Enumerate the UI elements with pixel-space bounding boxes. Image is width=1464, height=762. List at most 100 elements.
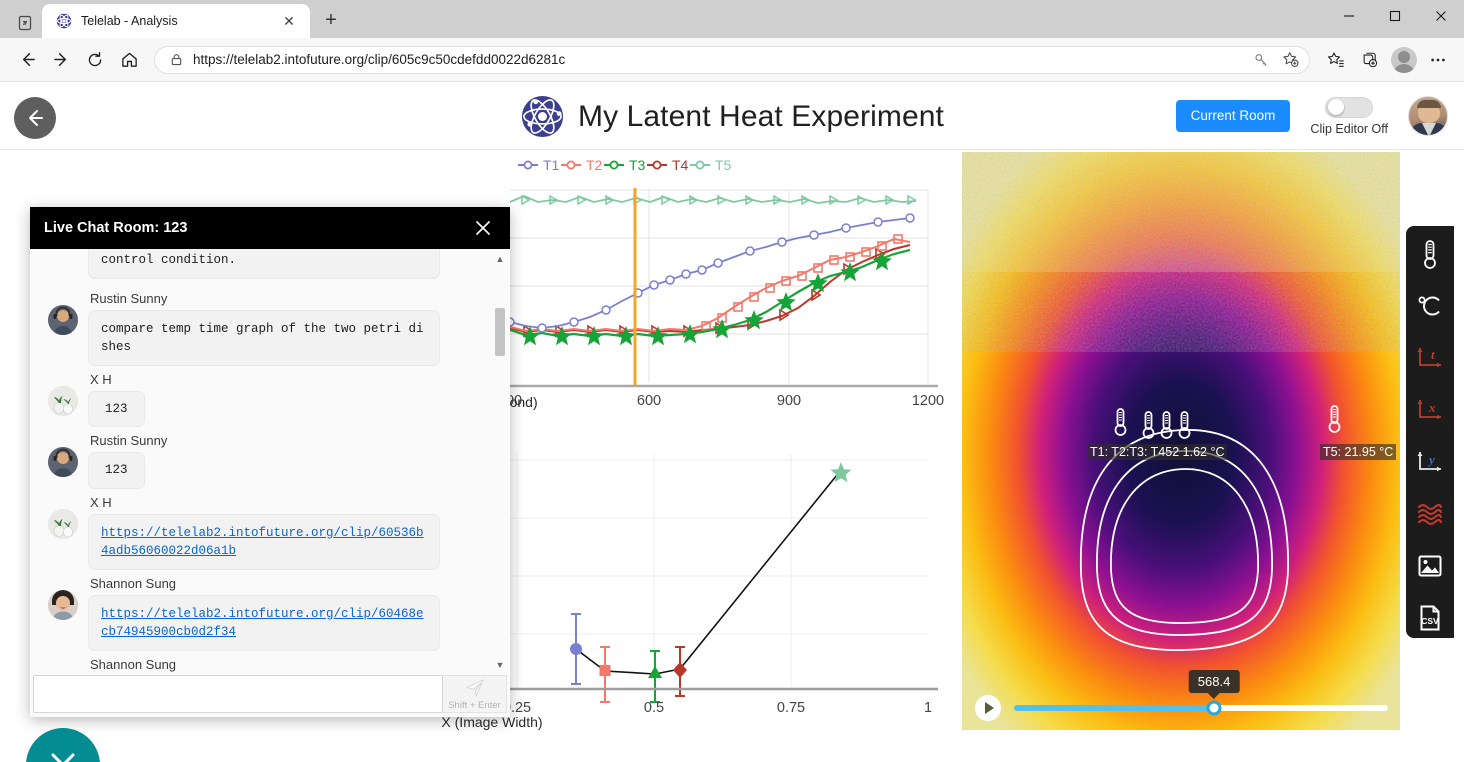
chat-composer: Shift + Enter [30,675,510,717]
thermometer-t2-icon [1140,410,1157,440]
svg-text:CSV: CSV [1421,616,1439,626]
play-button[interactable] [974,694,1002,722]
video-player-controls: 568.4 [962,670,1400,730]
time-tooltip: 568.4 [1188,670,1240,693]
lock-icon [167,53,185,66]
password-key-icon[interactable] [1249,47,1275,73]
message-author: Shannon Sung [90,657,177,672]
axis-x-icon[interactable]: x [1410,390,1450,430]
send-icon [465,678,484,698]
thermal-image [962,152,1400,730]
main-content: T1 T2 T3 T4 T5 300 600 900 1200 0.25 0.5… [0,150,1464,762]
clip-editor-toggle[interactable] [1325,96,1374,118]
chart2-point-t1 [570,613,582,685]
thermometer-icon[interactable] [1410,234,1450,274]
list-item: X H 123 [48,368,488,428]
chart-gridlines [510,189,929,383]
scrubber-thumb[interactable] [1206,700,1222,716]
message-bubble: https://telelab2.intofuture.org/clip/605… [88,513,440,570]
browser-profile-avatar[interactable] [1388,44,1420,76]
clip-editor-label: Clip Editor Off [1310,121,1388,136]
page-title: My Latent Heat Experiment [577,99,945,133]
celsius-icon[interactable] [1410,286,1450,326]
message-link[interactable]: https://telelab2.intofuture.org/clip/605… [101,526,424,558]
thermometer-t4-icon [1176,410,1193,440]
thermometer-t3-icon [1158,410,1175,440]
close-chat-icon[interactable] [470,215,496,241]
message-author: X H [90,494,112,510]
svg-text:y: y [1427,452,1435,467]
reload-button[interactable] [78,43,112,77]
window-maximize-button[interactable] [1372,0,1418,32]
sensor-label-t5: T5: 21.95 °C [1320,444,1397,460]
app-root: Telelab - Analysis ✕ + https://telelab2.… [0,0,1464,762]
home-button[interactable] [112,43,146,77]
sensor-label-t1-t4: T1: T2:T3: T452 1.62 °C [1087,444,1228,460]
new-tab-button[interactable]: + [316,5,346,35]
chart2-point-t2 [599,646,611,703]
chat-header: Live Chat Room: 123 [30,207,510,249]
message-bubble: control condition. [88,249,440,280]
back-button[interactable] [10,43,44,77]
thermometer-t5-icon [1326,404,1343,434]
back-navigation-fab[interactable] [14,97,56,139]
add-favorite-icon[interactable] [1277,47,1303,73]
avatar [48,508,78,539]
svg-text:x: x [1428,400,1436,415]
live-chat-panel[interactable]: Live Chat Room: 123 control condition. R… [30,207,510,717]
message-author: Rustin Sunny [90,433,168,449]
avatar [48,447,78,478]
image-export-icon[interactable] [1410,546,1450,586]
scrollbar-thumb[interactable] [495,308,505,356]
thermometer-t1-icon [1112,407,1129,437]
clip-editor-toggle-group[interactable]: Clip Editor Off [1310,96,1388,136]
chart2-connector [575,469,842,675]
svg-text:T2: T2 [586,157,603,173]
tab-search-icon[interactable] [8,8,42,38]
scroll-down-icon[interactable]: ▼ [494,659,506,671]
chat-message-list[interactable]: control condition. Rustin Sunny compare … [30,249,510,675]
browser-settings-more-icon[interactable] [1422,44,1454,76]
address-bar[interactable]: https://telelab2.intofuture.org/clip/605… [154,45,1310,74]
favorites-list-icon[interactable] [1320,44,1352,76]
chart2-point-t3 [648,650,662,703]
app-header-actions: Current Room Clip Editor Off [1175,96,1448,136]
svg-text:T4: T4 [672,157,689,173]
chat-title: Live Chat Room: 123 [44,220,188,236]
list-item: control condition. [48,249,488,285]
heat-waves-icon[interactable] [1410,494,1450,534]
window-close-button[interactable] [1418,0,1464,32]
omnibox-actions [1249,47,1303,73]
chart-legend: T1 T2 T3 T4 T5 [518,157,732,173]
list-item: X H https://telelab2.intofuture.org/clip… [48,491,488,570]
page-root: My Latent Heat Experiment Current Room C… [0,83,1464,762]
message-author: Shannon Sung [90,575,177,591]
video-scrubber[interactable]: 568.4 [1014,670,1388,716]
axis-y-icon[interactable]: y [1410,442,1450,482]
user-avatar[interactable] [1408,96,1448,136]
tab-title: Telelab - Analysis [81,14,178,28]
series-t5 [509,194,917,206]
message-bubble: 123 [88,452,145,489]
app-branding: My Latent Heat Experiment [520,94,944,139]
avatar [48,386,78,417]
axis-t-icon[interactable]: t [1410,338,1450,378]
list-item: Shannon Sung https://telelab2.intofuture… [48,572,488,651]
send-message-button[interactable]: Shift + Enter [443,675,507,713]
message-bubble: compare temp time graph of the two petri… [88,310,440,367]
browser-tab[interactable]: Telelab - Analysis ✕ [42,4,310,38]
window-minimize-button[interactable] [1326,0,1372,32]
forward-button[interactable] [44,43,78,77]
csv-export-icon[interactable]: CSV [1410,598,1450,638]
close-tab-icon[interactable]: ✕ [278,10,300,32]
chat-message-input[interactable] [33,675,443,713]
svg-text:T1: T1 [543,157,560,173]
scroll-up-icon[interactable]: ▲ [494,253,506,265]
collections-icon[interactable] [1354,44,1386,76]
chat-scrollbar[interactable]: ▲ ▼ [494,253,506,671]
thermal-video-panel[interactable]: T1: T2:T3: T452 1.62 °C T5: 21.95 °C 568… [962,152,1400,730]
message-link[interactable]: https://telelab2.intofuture.org/clip/604… [101,607,424,639]
window-controls [1326,0,1464,38]
url-text: https://telelab2.intofuture.org/clip/605… [193,52,566,67]
current-room-button[interactable]: Current Room [1175,100,1291,132]
